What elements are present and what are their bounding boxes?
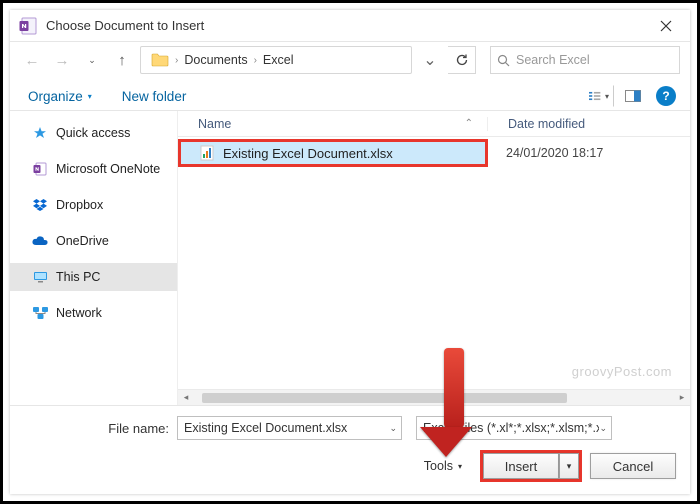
chevron-down-icon: ⌄: [599, 423, 607, 434]
forward-button[interactable]: →: [50, 48, 74, 72]
insert-button[interactable]: Insert: [483, 453, 559, 479]
sidebar-item-quick-access[interactable]: Quick access: [10, 119, 177, 147]
tools-label: Tools: [424, 459, 453, 473]
close-button[interactable]: [646, 12, 686, 40]
chevron-down-icon: ▾: [88, 92, 92, 101]
sort-indicator-icon: ⌃: [465, 118, 473, 129]
insert-button-highlight: Insert ▾: [480, 450, 582, 482]
watermark-text: groovyPost.com: [572, 364, 672, 379]
dialog-title: Choose Document to Insert: [46, 18, 646, 33]
file-row[interactable]: Existing Excel Document.xlsx 24/01/2020 …: [178, 137, 690, 169]
dialog-window: Choose Document to Insert ← → ⌄ ↑ › Docu…: [10, 10, 690, 494]
new-folder-button[interactable]: New folder: [122, 89, 187, 104]
file-date-cell: 24/01/2020 18:17: [488, 146, 603, 160]
search-icon: [497, 54, 510, 67]
sidebar-item-label: Network: [56, 306, 102, 320]
screenshot-frame: Choose Document to Insert ← → ⌄ ↑ › Docu…: [0, 0, 700, 504]
up-button[interactable]: ↑: [110, 48, 134, 72]
sidebar-item-onenote[interactable]: Microsoft OneNote: [10, 155, 177, 183]
help-button[interactable]: ?: [656, 86, 676, 106]
scroll-left-button[interactable]: ◂: [178, 392, 194, 403]
column-header-name[interactable]: Name ⌃: [178, 117, 488, 131]
titlebar: Choose Document to Insert: [10, 10, 690, 42]
action-buttons-row: Tools ▾ Insert ▾ Cancel: [24, 450, 676, 482]
scroll-right-button[interactable]: ▸: [674, 392, 690, 403]
excel-file-icon: [199, 145, 215, 161]
preview-pane-button[interactable]: [620, 85, 646, 107]
sidebar-item-label: Microsoft OneNote: [56, 162, 160, 176]
search-input[interactable]: Search Excel: [490, 46, 680, 74]
chevron-down-icon: ⌄: [389, 423, 397, 434]
file-browser-body: Quick access Microsoft OneNote Dropbox O…: [10, 110, 690, 405]
toolbar: Organize ▾ New folder ▾ ?: [10, 78, 690, 110]
filter-value: Excel Files (*.xl*;*.xlsx;*.xlsm;*.xls: [423, 421, 599, 435]
cancel-button[interactable]: Cancel: [590, 453, 676, 479]
chevron-down-icon: ▾: [458, 462, 462, 471]
chevron-right-icon: ›: [175, 55, 178, 66]
insert-dropdown-button[interactable]: ▾: [559, 453, 579, 479]
filename-input[interactable]: Existing Excel Document.xlsx ⌄: [177, 416, 402, 440]
tools-menu[interactable]: Tools ▾: [424, 459, 462, 473]
onenote-icon: [32, 161, 48, 177]
file-name-cell[interactable]: Existing Excel Document.xlsx: [178, 139, 488, 167]
onedrive-icon: [32, 233, 48, 249]
navigation-bar: ← → ⌄ ↑ › Documents › Excel ⌄ Search Exc…: [10, 42, 690, 78]
column-headers: Name ⌃ Date modified: [178, 111, 690, 137]
filename-row: File name: Existing Excel Document.xlsx …: [24, 416, 676, 440]
quick-access-icon: [32, 125, 48, 141]
sidebar-item-label: This PC: [56, 270, 100, 284]
back-button[interactable]: ←: [20, 48, 44, 72]
sidebar-item-label: Dropbox: [56, 198, 103, 212]
breadcrumb-part[interactable]: Excel: [263, 53, 294, 67]
column-label: Name: [198, 117, 231, 131]
horizontal-scrollbar[interactable]: ◂ ▸: [178, 389, 690, 405]
sidebar-item-network[interactable]: Network: [10, 299, 177, 327]
file-list-pane: Name ⌃ Date modified Existing Excel Docu…: [178, 111, 690, 405]
network-icon: [32, 305, 48, 321]
sidebar-item-onedrive[interactable]: OneDrive: [10, 227, 177, 255]
scrollbar-thumb[interactable]: [202, 393, 567, 403]
sidebar-item-label: Quick access: [56, 126, 130, 140]
breadcrumb-part[interactable]: Documents: [184, 53, 247, 67]
folder-icon: [151, 53, 169, 67]
navigation-pane: Quick access Microsoft OneNote Dropbox O…: [10, 111, 178, 405]
file-type-filter[interactable]: Excel Files (*.xl*;*.xlsx;*.xlsm;*.xls ⌄: [416, 416, 612, 440]
sidebar-item-this-pc[interactable]: This PC: [10, 263, 177, 291]
search-placeholder: Search Excel: [516, 53, 590, 67]
file-name-text: Existing Excel Document.xlsx: [223, 146, 393, 161]
sidebar-item-dropbox[interactable]: Dropbox: [10, 191, 177, 219]
address-dropdown[interactable]: ⌄: [418, 48, 442, 72]
filename-value: Existing Excel Document.xlsx: [184, 421, 347, 435]
organize-label: Organize: [28, 89, 83, 104]
sidebar-item-label: OneDrive: [56, 234, 109, 248]
scrollbar-track[interactable]: [194, 391, 674, 405]
recent-locations-dropdown[interactable]: ⌄: [80, 48, 104, 72]
organize-menu[interactable]: Organize ▾: [28, 89, 92, 104]
dialog-footer: File name: Existing Excel Document.xlsx …: [10, 405, 690, 494]
dropbox-icon: [32, 197, 48, 213]
view-options-button[interactable]: ▾: [588, 85, 614, 107]
address-breadcrumb[interactable]: › Documents › Excel: [140, 46, 412, 74]
chevron-right-icon: ›: [254, 55, 257, 66]
onenote-icon: [18, 16, 38, 36]
this-pc-icon: [32, 269, 48, 285]
refresh-button[interactable]: [448, 46, 476, 74]
column-header-date[interactable]: Date modified: [488, 117, 585, 131]
filename-label: File name:: [24, 421, 169, 436]
